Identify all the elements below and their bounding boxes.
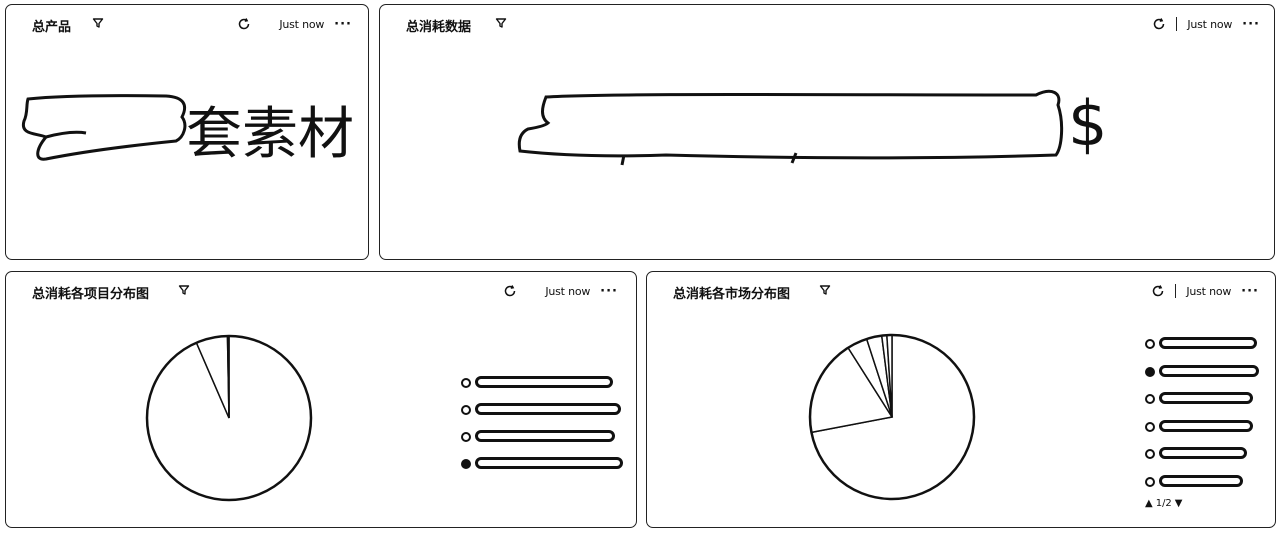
market-pie-chart (808, 333, 976, 501)
legend-marker (461, 432, 471, 442)
panel-actions: Just now ··· (1152, 14, 1260, 34)
project-pie-chart (145, 334, 313, 502)
legend-item[interactable] (1145, 474, 1275, 490)
legend-marker (1145, 449, 1155, 459)
refresh-icon[interactable] (1151, 284, 1165, 298)
legend-marker (461, 459, 471, 469)
more-icon[interactable]: ··· (334, 18, 352, 31)
more-icon[interactable]: ··· (1241, 285, 1259, 298)
legend-item[interactable] (1145, 391, 1275, 407)
panel-title: 总消耗各项目分布图 (32, 287, 150, 302)
legend-label-redacted (475, 430, 615, 442)
panel-actions: Just now ··· (1151, 281, 1259, 301)
legend-item[interactable] (1145, 336, 1275, 352)
more-icon[interactable]: ··· (1242, 18, 1260, 31)
legend-item[interactable] (461, 402, 636, 418)
legend-marker (1145, 476, 1155, 487)
total-products-value: 套素材 (186, 102, 354, 167)
panel-actions: Just now ··· (237, 14, 352, 34)
legend-item[interactable] (1145, 364, 1275, 380)
redacted-value (21, 94, 187, 161)
total-spend-currency: $ (1068, 87, 1108, 160)
pager-down-icon[interactable]: ▼ (1175, 498, 1183, 509)
spend-by-project-panel: 总消耗各项目分布图 Just now ··· (5, 271, 637, 528)
panel-header: 总消耗数据 Just now ··· (380, 5, 1274, 43)
market-legend (1145, 336, 1270, 496)
spend-by-market-panel: 总消耗各市场分布图 Just now ··· ▲ 1/2 ▼ (646, 271, 1276, 528)
legend-marker (461, 405, 471, 415)
total-products-panel: 总产品 Just now ··· 套素材 (5, 4, 369, 260)
panel-header: 总消耗各市场分布图 Just now ··· (647, 272, 1275, 310)
legend-marker (461, 378, 471, 388)
filter-icon[interactable] (495, 17, 507, 29)
legend-label-redacted (475, 376, 613, 388)
legend-label-redacted (475, 403, 621, 415)
legend-item[interactable] (461, 429, 636, 445)
pie-slice[interactable] (227, 335, 230, 419)
legend-label-redacted (1159, 474, 1243, 487)
divider (1175, 284, 1177, 298)
redacted-value (517, 89, 1064, 166)
filter-icon[interactable] (92, 17, 104, 29)
updated-timestamp: Just now (1187, 17, 1233, 31)
updated-timestamp: Just now (1186, 284, 1232, 298)
legend-item[interactable] (461, 375, 636, 391)
legend-label-redacted (1159, 419, 1253, 432)
legend-item[interactable] (461, 456, 636, 472)
total-spend-panel: 总消耗数据 Just now ··· $ (379, 4, 1275, 260)
legend-label-redacted (1159, 364, 1259, 377)
legend-label-redacted (475, 457, 623, 469)
legend-pager: ▲ 1/2 ▼ (1145, 498, 1183, 509)
refresh-icon[interactable] (503, 284, 517, 298)
filter-icon[interactable] (178, 284, 190, 296)
legend-marker (1145, 339, 1155, 349)
updated-timestamp: Just now (545, 284, 591, 298)
legend-marker (1145, 421, 1155, 432)
more-icon[interactable]: ··· (600, 285, 618, 298)
legend-marker (1145, 366, 1155, 377)
panel-actions: Just now ··· (503, 281, 618, 301)
legend-label-redacted (1159, 337, 1257, 349)
pager-up-icon[interactable]: ▲ (1145, 498, 1153, 509)
panel-title: 总消耗各市场分布图 (673, 287, 791, 302)
legend-item[interactable] (1145, 446, 1275, 462)
legend-label-redacted (1159, 447, 1247, 459)
divider (1176, 17, 1178, 31)
legend-marker (1145, 394, 1155, 404)
panel-header: 总消耗各项目分布图 Just now ··· (6, 272, 636, 310)
legend-item[interactable] (1145, 419, 1275, 435)
updated-timestamp: Just now (279, 17, 325, 31)
refresh-icon[interactable] (237, 17, 251, 31)
pager-label: 1/2 (1155, 498, 1172, 509)
filter-icon[interactable] (819, 284, 831, 296)
panel-header: 总产品 Just now ··· (6, 5, 368, 43)
panel-title: 总产品 (32, 20, 72, 35)
legend-label-redacted (1159, 392, 1253, 404)
panel-title: 总消耗数据 (406, 20, 472, 35)
refresh-icon[interactable] (1152, 17, 1166, 31)
project-legend (461, 375, 626, 475)
